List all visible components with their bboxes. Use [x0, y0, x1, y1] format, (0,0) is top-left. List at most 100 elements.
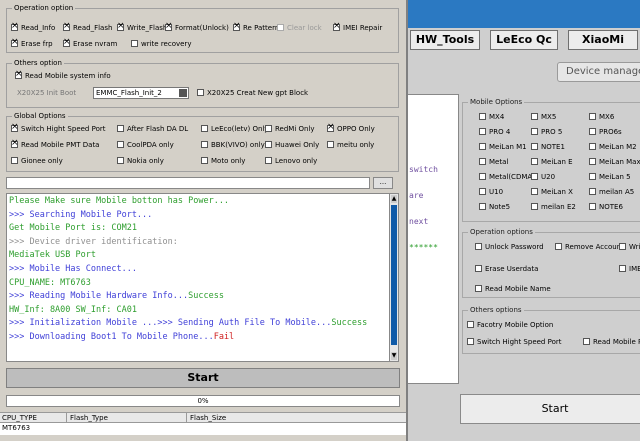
mobile-option-checkbox[interactable]: NOTE1 [531, 143, 565, 151]
back-start-button[interactable]: Start [460, 394, 640, 424]
global-option-checkbox[interactable]: OPPO Only [327, 122, 375, 133]
scroll-up-icon[interactable]: ▲ [391, 195, 397, 203]
cpu-type-cell: MT6763 [2, 424, 31, 432]
mobile-options-group: Mobile Options MX4 MX5 MX6 PRO 4 PRO 5 PRO6s M… [462, 98, 640, 222]
mobile-option-checkbox[interactable]: U10 [479, 188, 503, 196]
column-divider [66, 413, 67, 423]
mobile-option-checkbox[interactable]: Note5 [479, 203, 510, 211]
progress-bar: 0% [6, 395, 400, 407]
log-fragment: are [409, 191, 424, 200]
read-flash-checkbox[interactable]: Read_Flash [63, 21, 112, 32]
log-line: >>> Searching Mobile Port... [9, 209, 153, 220]
tab-xiaomi[interactable]: XiaoMi [568, 30, 638, 50]
imei-checkbox[interactable]: IME [619, 265, 640, 273]
mobile-option-checkbox[interactable]: MeiLan M2 [589, 143, 637, 151]
global-option-checkbox[interactable]: Nokia only [117, 157, 164, 165]
global-option-checkbox[interactable]: RedMi Only [265, 125, 315, 133]
global-option-checkbox[interactable]: Moto only [201, 157, 245, 165]
global-option-checkbox[interactable]: Lenovo only [265, 157, 317, 165]
write-flash-checkbox[interactable]: Write_Flash [117, 21, 167, 32]
col-flash-size: Flash_Size [190, 414, 227, 422]
mobile-option-checkbox[interactable]: meilan E2 [531, 203, 576, 211]
mobile-option-checkbox[interactable]: MX6 [589, 113, 614, 121]
column-divider [186, 413, 187, 423]
log-line: >>> Downloading Boot1 To Mobile Phone...… [9, 332, 235, 342]
log-line: CPU_NAME: MT6763 [9, 277, 91, 288]
device-manager-button[interactable]: Device manager [557, 62, 640, 82]
mobile-option-checkbox[interactable]: Metal [479, 158, 508, 166]
scroll-down-icon[interactable]: ▼ [391, 352, 397, 360]
global-option-checkbox[interactable]: meitu only [327, 141, 374, 149]
global-option-checkbox[interactable]: Gionee only [11, 157, 63, 165]
progress-text: 0% [197, 397, 209, 405]
erase-nvram-checkbox[interactable]: Erase nvram [63, 37, 117, 48]
browse-button[interactable]: ... [373, 177, 393, 189]
global-option-checkbox[interactable]: Read Mobile PMT Data [11, 138, 99, 149]
background-log: switch are next ****** [406, 94, 459, 384]
log-line: MediaTek USB Port [9, 250, 96, 261]
tab-hw-tools[interactable]: HW_Tools [410, 30, 480, 50]
erase-userdata-checkbox[interactable]: Erase Userdata [475, 265, 538, 273]
factory-mobile-option-checkbox[interactable]: Facotry Mobile Option [467, 321, 553, 329]
back-read-mobile-pmt-checkbox[interactable]: Read Mobile P [583, 338, 640, 346]
log-output: Please Make sure Mobile botton has Power… [6, 193, 390, 362]
log-scrollbar[interactable]: ▲ ▼ [389, 193, 399, 362]
read-mobile-name-checkbox[interactable]: Read Mobile Name [475, 285, 551, 293]
read-info-checkbox[interactable]: Read_Info [11, 21, 55, 32]
operation-option-group: Operation option Read_Info Read_Flash Wr… [6, 4, 399, 53]
remove-account-checkbox[interactable]: Remove Account [555, 243, 624, 251]
write-recovery-checkbox[interactable]: write recovery [131, 40, 191, 48]
mobile-option-checkbox[interactable]: MeiLan M1 [479, 143, 527, 151]
scrollbar-thumb[interactable] [391, 205, 397, 345]
background-window: HW_Tools LeEco Qc XiaoMi Device manager … [400, 0, 640, 441]
mobile-option-checkbox[interactable]: PRO 5 [531, 128, 562, 136]
mobile-option-checkbox[interactable]: MeiLan Max [589, 158, 640, 166]
global-option-checkbox[interactable]: After Flash DA DL [117, 125, 188, 133]
re-pattern-checkbox[interactable]: Re Pattern [233, 21, 279, 32]
log-line: >>> Mobile Has Connect... [9, 264, 137, 274]
creat-gpt-block-checkbox[interactable]: X20X25 Creat New gpt Block [197, 89, 308, 97]
mobile-option-checkbox[interactable]: MeiLan X [531, 188, 573, 196]
col-cpu-type: CPU_TYPE [2, 414, 37, 422]
mobile-option-checkbox[interactable]: MeiLan E [531, 158, 573, 166]
table-row[interactable]: MT6763 [0, 423, 406, 435]
file-path-input[interactable] [6, 177, 370, 189]
back-switch-speed-checkbox[interactable]: Switch Hight Speed Port [467, 338, 561, 346]
log-line: >>> Initialization Mobile ...>>> Sending… [9, 318, 368, 329]
clear-lock-checkbox[interactable]: Clear lock [277, 24, 322, 32]
info-table-header: CPU_TYPE Flash_Type Flash_Size [0, 412, 406, 423]
global-option-checkbox[interactable]: Huawei Only [265, 141, 319, 149]
init-boot-select[interactable]: EMMC_Flash_Init_2 [93, 87, 189, 99]
global-option-checkbox[interactable]: BBK(VIVO) only [201, 141, 265, 149]
log-line: Get Mobile Port is: COM21 [9, 223, 137, 234]
tab-leeco-qc[interactable]: LeEco Qc [490, 30, 558, 50]
read-mobile-system-info-checkbox[interactable]: Read Mobile system info [15, 69, 111, 80]
log-line: HW_Inf: 8A00 SW_Inf: CA01 [9, 304, 137, 315]
format-unlock-checkbox[interactable]: Format(Unlock) [165, 21, 229, 32]
global-option-checkbox[interactable]: CoolPDA only [117, 141, 174, 149]
mobile-option-checkbox[interactable]: MX4 [479, 113, 504, 121]
mobile-option-checkbox[interactable]: MeiLan 5 [589, 173, 631, 181]
log-fragment: switch [409, 165, 438, 174]
mobile-option-checkbox[interactable]: MX5 [531, 113, 556, 121]
imei-repair-checkbox[interactable]: IMEI Repair [333, 21, 382, 32]
global-options-legend: Global Options [12, 112, 68, 120]
unlock-password-checkbox[interactable]: Unlock Password [475, 243, 544, 251]
mobile-option-checkbox[interactable]: U20 [531, 173, 555, 181]
back-others-options-group: Others options Facotry Mobile Option Swi… [462, 306, 640, 354]
erase-frp-checkbox[interactable]: Erase frp [11, 37, 53, 48]
mobile-option-checkbox[interactable]: NOTE6 [589, 203, 623, 211]
global-option-checkbox[interactable]: Switch Hight Speed Port [11, 122, 105, 133]
mobile-option-checkbox[interactable]: Metal(CDMA) [479, 173, 535, 181]
mobile-option-checkbox[interactable]: PRO 4 [479, 128, 510, 136]
back-others-options-legend: Others options [468, 306, 524, 314]
write-checkbox[interactable]: Writ [619, 243, 640, 251]
log-line: Please Make sure Mobile botton has Power… [9, 196, 230, 206]
log-fragment: next [409, 217, 429, 226]
global-option-checkbox[interactable]: LeEco(letv) Only [201, 125, 269, 133]
mobile-option-checkbox[interactable]: PRO6s [589, 128, 622, 136]
start-button[interactable]: Start [6, 368, 400, 388]
mobile-option-checkbox[interactable]: meilan A5 [589, 188, 634, 196]
main-window: Operation option Read_Info Read_Flash Wr… [0, 0, 408, 441]
back-operation-options-legend: Operation options [468, 228, 535, 236]
